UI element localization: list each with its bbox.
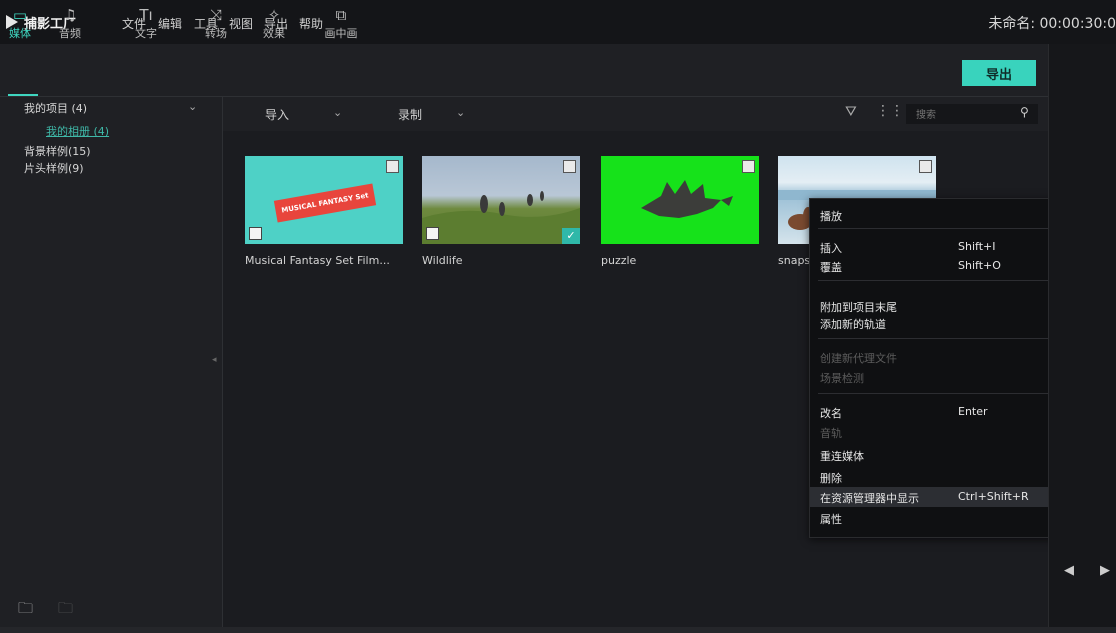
search-icon[interactable]: ⚲ xyxy=(1020,105,1029,119)
media-caption: puzzle xyxy=(601,254,637,267)
text-icon: Tı xyxy=(139,6,153,24)
filter-icon[interactable]: ⛛ xyxy=(845,104,857,120)
music-note-icon: ♫ xyxy=(63,6,77,24)
export-button[interactable]: 导出 xyxy=(962,60,1036,86)
tab-media-label: 媒体 xyxy=(9,27,31,40)
dinosaur-image xyxy=(641,180,733,218)
sidebar-item-backgrounds[interactable]: 背景样例(15) xyxy=(24,143,91,159)
menu-separator xyxy=(818,228,1068,229)
shortcut-overwrite: Shift+O xyxy=(958,259,1001,272)
sidebar-item-my-album[interactable]: 我的相册 (4) xyxy=(46,123,109,139)
tab-effects[interactable]: ✧ 效果 xyxy=(254,5,294,49)
tab-pip[interactable]: ⧉ 画中画 xyxy=(316,5,366,49)
chevron-down-icon[interactable]: ⌄ xyxy=(456,106,465,119)
menu-item-show-in-explorer[interactable]: 在资源管理器中显示 xyxy=(820,490,919,506)
chevron-down-icon[interactable]: ⌄ xyxy=(188,100,197,113)
shortcut-show-in-explorer: Ctrl+Shift+R xyxy=(958,490,1029,503)
project-title: 未命名: 00:00:30:0 xyxy=(988,16,1116,32)
media-thumbnail-puzzle[interactable] xyxy=(601,156,759,244)
menu-item-play[interactable]: 播放 xyxy=(820,208,842,224)
record-dropdown[interactable]: 录制 xyxy=(398,106,422,123)
used-checkmark-icon: ✓ xyxy=(562,228,580,244)
previous-frame-icon[interactable]: ◀ xyxy=(1064,563,1074,578)
menu-item-delete[interactable]: 删除 xyxy=(820,470,842,486)
menu-item-audio-track: 音轨 xyxy=(820,427,842,440)
menu-item-properties[interactable]: 属性 xyxy=(820,511,842,527)
timeline-divider[interactable] xyxy=(0,627,1116,633)
search-input[interactable] xyxy=(914,105,1018,125)
menu-separator xyxy=(818,393,1068,394)
shortcut-insert: Shift+I xyxy=(958,240,996,253)
menu-separator xyxy=(818,338,1068,339)
add-to-timeline-icon[interactable] xyxy=(426,227,439,240)
play-icon[interactable]: ▶ xyxy=(1100,563,1110,578)
media-toolbar xyxy=(0,44,1048,97)
tab-transition-label: 转场 xyxy=(205,27,227,40)
menu-item-scene-detect: 场景检测 xyxy=(820,372,864,385)
menu-item-rename[interactable]: 改名 xyxy=(820,405,842,421)
pip-icon: ⧉ xyxy=(335,6,347,24)
tab-media[interactable]: ▭ 媒体 xyxy=(0,5,40,49)
media-caption: Musical Fantasy Set Film... xyxy=(245,254,390,267)
menu-item-add-new-track[interactable]: 添加新的轨道 xyxy=(820,316,886,332)
tab-text-label: 文字 xyxy=(135,27,157,40)
media-caption: Wildlife xyxy=(422,254,463,267)
menu-item-create-proxy: 创建新代理文件 xyxy=(820,352,897,365)
tab-audio[interactable]: ♫ 音频 xyxy=(50,5,90,49)
media-type-icon xyxy=(919,160,932,173)
shortcut-rename: Enter xyxy=(958,405,988,418)
add-to-timeline-icon[interactable] xyxy=(249,227,262,240)
media-thumbnail-musical-fantasy[interactable]: MUSICAL FANTASY Set xyxy=(245,156,403,244)
preview-panel xyxy=(1048,44,1116,627)
chevron-down-icon[interactable]: ⌄ xyxy=(333,106,342,119)
new-folder-icon[interactable]: 🗀 xyxy=(18,598,33,623)
media-caption: snaps xyxy=(778,254,810,267)
tab-transition[interactable]: ⤨ 转场 xyxy=(196,5,236,49)
tab-effects-label: 效果 xyxy=(263,27,285,40)
tab-pip-label: 画中画 xyxy=(324,27,358,40)
media-thumbnail-wildlife[interactable]: ✓ xyxy=(422,156,580,244)
media-type-icon xyxy=(742,160,755,173)
import-dropdown[interactable]: 导入 xyxy=(265,106,289,123)
active-tab-indicator xyxy=(8,94,38,96)
sidebar-item-intros[interactable]: 片头样例(9) xyxy=(24,160,84,176)
tab-audio-label: 音频 xyxy=(59,27,81,40)
wildlife-scene-image xyxy=(422,191,580,244)
sidebar-item-my-projects[interactable]: 我的项目 (4) xyxy=(24,100,87,116)
menu-item-append-to-end[interactable]: 附加到项目末尾 xyxy=(820,299,897,315)
menu-separator xyxy=(818,280,1068,281)
transition-icon: ⤨ xyxy=(209,6,222,24)
menu-item-insert[interactable]: 插入 xyxy=(820,240,842,256)
media-type-icon xyxy=(563,160,576,173)
effects-icon: ✧ xyxy=(267,6,281,24)
folder-icon: ▭ xyxy=(12,6,28,24)
collapse-handle-icon[interactable]: ◂ xyxy=(212,355,217,365)
thumbnail-title-art: MUSICAL FANTASY Set xyxy=(273,183,377,223)
media-type-icon xyxy=(386,160,399,173)
tab-text[interactable]: Tı 文字 xyxy=(126,5,166,49)
library-sidebar xyxy=(0,97,223,627)
menu-item-relink-media[interactable]: 重连媒体 xyxy=(820,448,864,464)
menu-item-overwrite[interactable]: 覆盖 xyxy=(820,259,842,275)
delete-folder-icon[interactable]: 🗀 xyxy=(58,598,73,623)
